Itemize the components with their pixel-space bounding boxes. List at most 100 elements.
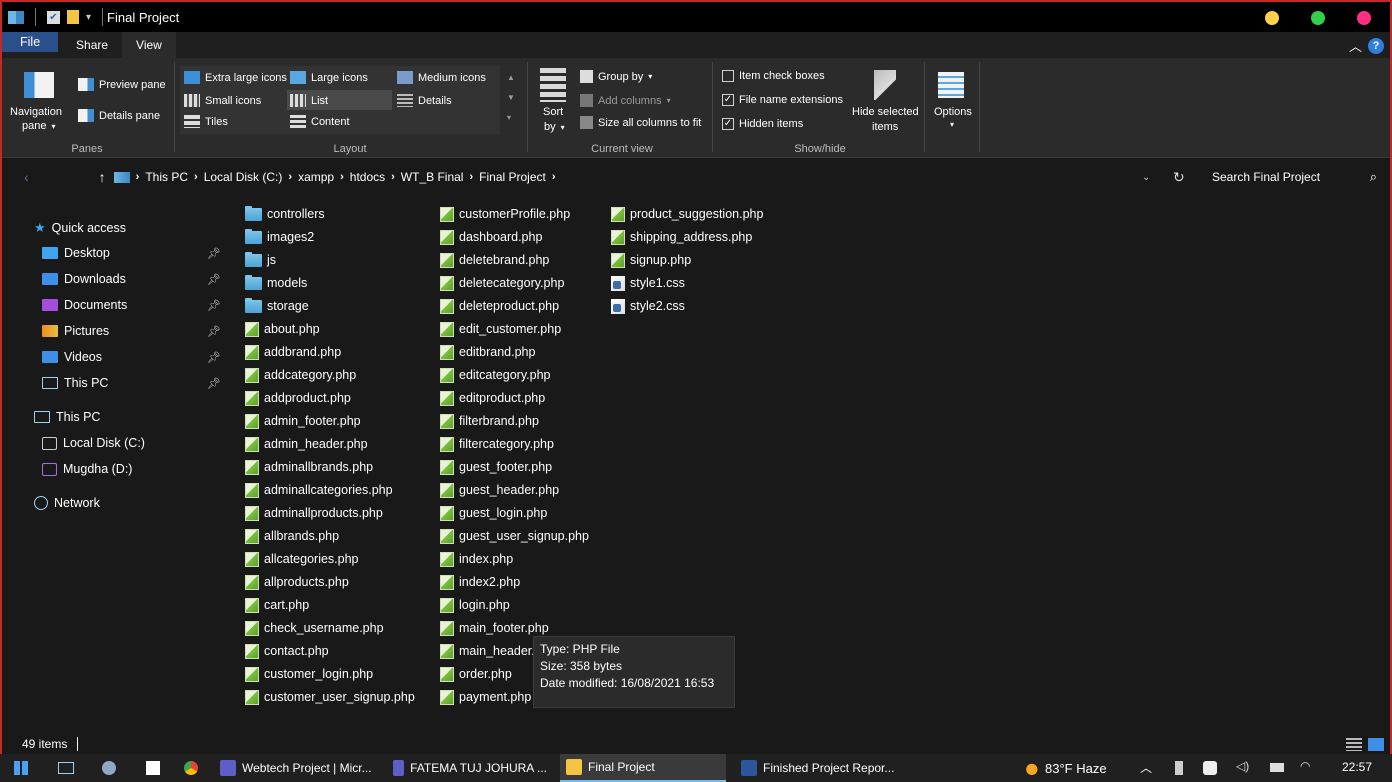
windows-start-icon[interactable] bbox=[14, 761, 28, 775]
layout-small-icons[interactable]: Small icons bbox=[184, 94, 261, 107]
file-item[interactable]: addproduct.php bbox=[245, 388, 351, 408]
nav-this-pc[interactable]: This PC bbox=[34, 410, 100, 424]
breadcrumb-final-project[interactable]: Final Project bbox=[479, 170, 546, 184]
file-item[interactable]: signup.php bbox=[611, 250, 691, 270]
app-icon-2[interactable] bbox=[146, 761, 160, 775]
options-button[interactable]: Options bbox=[934, 106, 972, 118]
details-view-icon[interactable] bbox=[1346, 737, 1362, 751]
nav-documents[interactable]: Documents bbox=[42, 298, 127, 312]
file-item[interactable]: guest_user_signup.php bbox=[440, 526, 589, 546]
nav-local-disk-c[interactable]: Local Disk (C:) bbox=[42, 436, 145, 450]
file-item[interactable]: guest_login.php bbox=[440, 503, 547, 523]
app-icon-1[interactable] bbox=[102, 761, 116, 775]
pin-icon[interactable]: 📌︎ bbox=[207, 325, 221, 338]
tab-share[interactable]: Share bbox=[62, 32, 122, 58]
back-icon[interactable]: ‹ bbox=[24, 169, 29, 185]
file-item[interactable]: main_header. bbox=[440, 641, 535, 661]
options-icon[interactable] bbox=[938, 72, 964, 98]
layout-content[interactable]: Content bbox=[290, 115, 350, 128]
chrome-icon[interactable] bbox=[184, 761, 198, 775]
file-name-extensions-checkbox[interactable]: ✓ bbox=[722, 94, 734, 106]
file-item[interactable]: payment.php bbox=[440, 687, 531, 707]
item-check-boxes-toggle[interactable]: Item check boxes bbox=[722, 70, 825, 82]
clock[interactable]: 22:57 bbox=[1342, 760, 1372, 774]
nav-mugdha-d[interactable]: Mugdha (D:) bbox=[42, 462, 132, 476]
chevron-up-icon[interactable]: ︿ bbox=[1140, 759, 1152, 776]
weather-widget[interactable]: 83°F Haze bbox=[1015, 754, 1113, 782]
file-item[interactable]: addcategory.php bbox=[245, 365, 356, 385]
layout-tiles[interactable]: Tiles bbox=[184, 115, 228, 128]
sort-by-label[interactable]: Sort bbox=[543, 106, 563, 118]
file-item[interactable]: edit_customer.php bbox=[440, 319, 561, 339]
new-folder-icon[interactable] bbox=[67, 10, 79, 24]
file-item[interactable]: contact.php bbox=[245, 641, 329, 661]
wifi-icon[interactable]: ◠ bbox=[1300, 759, 1310, 773]
file-item[interactable]: deletebrand.php bbox=[440, 250, 549, 270]
group-by-button[interactable]: Group by ▾ bbox=[580, 70, 652, 83]
search-box[interactable]: Search Final Project ⌕ bbox=[1202, 159, 1387, 195]
file-item[interactable]: dashboard.php bbox=[440, 227, 542, 247]
file-item[interactable]: editproduct.php bbox=[440, 388, 545, 408]
nav-downloads[interactable]: Downloads bbox=[42, 272, 126, 286]
file-item[interactable]: filterbrand.php bbox=[440, 411, 539, 431]
hidden-items-checkbox[interactable]: ✓ bbox=[722, 118, 734, 130]
breadcrumb-chevron-icon[interactable]: › bbox=[340, 171, 344, 183]
file-item[interactable]: product_suggestion.php bbox=[611, 204, 763, 224]
item-check-boxes-checkbox[interactable] bbox=[722, 70, 734, 82]
hide-selected-label-2[interactable]: items bbox=[872, 121, 898, 133]
options-dropdown-icon[interactable]: ▾ bbox=[950, 120, 954, 129]
sort-by-icon[interactable] bbox=[540, 68, 566, 102]
properties-icon[interactable]: ✔ bbox=[47, 10, 60, 24]
file-item[interactable]: editcategory.php bbox=[440, 365, 551, 385]
file-item[interactable]: addbrand.php bbox=[245, 342, 341, 362]
file-item[interactable]: editbrand.php bbox=[440, 342, 535, 362]
tab-view[interactable]: View bbox=[122, 32, 176, 58]
file-item[interactable]: admin_footer.php bbox=[245, 411, 361, 431]
breadcrumb-chevron-icon[interactable]: › bbox=[288, 171, 292, 183]
layout-list[interactable]: List bbox=[290, 94, 328, 107]
file-item[interactable]: guest_footer.php bbox=[440, 457, 552, 477]
folder-item[interactable]: storage bbox=[245, 296, 309, 316]
refresh-icon[interactable]: ↻ bbox=[1173, 169, 1185, 186]
usb-icon[interactable] bbox=[1175, 761, 1183, 775]
breadcrumb-local-disk[interactable]: Local Disk (C:) bbox=[204, 170, 283, 184]
layout-scroll-up[interactable]: ▲ bbox=[507, 73, 515, 82]
file-item[interactable]: adminallproducts.php bbox=[245, 503, 383, 523]
breadcrumb-xampp[interactable]: xampp bbox=[298, 170, 334, 184]
maximize-button[interactable] bbox=[1311, 11, 1325, 25]
file-item[interactable]: deletecategory.php bbox=[440, 273, 564, 293]
file-item[interactable]: allcategories.php bbox=[245, 549, 359, 569]
pin-icon[interactable]: 📌︎ bbox=[207, 273, 221, 286]
up-icon[interactable]: ↑ bbox=[99, 169, 106, 185]
security-icon[interactable] bbox=[1203, 761, 1217, 775]
file-item[interactable]: order.php bbox=[440, 664, 512, 684]
large-icons-view-icon[interactable] bbox=[1368, 737, 1384, 751]
nav-quick-access[interactable]: ★ Quick access bbox=[34, 220, 126, 236]
add-columns-button[interactable]: Add columns ▾ bbox=[580, 94, 671, 107]
file-item[interactable]: customer_login.php bbox=[245, 664, 373, 684]
layout-extra-large-icons[interactable]: Extra large icons bbox=[184, 71, 287, 84]
layout-expand[interactable]: ▾ bbox=[507, 113, 511, 122]
file-item[interactable]: adminallbrands.php bbox=[245, 457, 373, 477]
customize-toolbar-icon[interactable]: ▾ bbox=[86, 12, 91, 23]
folder-item[interactable]: controllers bbox=[245, 204, 325, 224]
file-name-extensions-toggle[interactable]: ✓ File name extensions bbox=[722, 94, 843, 106]
layout-details[interactable]: Details bbox=[397, 94, 452, 107]
close-button[interactable] bbox=[1357, 11, 1371, 25]
file-item[interactable]: guest_header.php bbox=[440, 480, 559, 500]
file-item[interactable]: index.php bbox=[440, 549, 513, 569]
taskbar-app-word[interactable]: Finished Project Repor... bbox=[735, 754, 901, 782]
breadcrumb-wt-b-final[interactable]: WT_B Final bbox=[401, 170, 464, 184]
layout-scroll-down[interactable]: ▼ bbox=[507, 93, 515, 102]
layout-large-icons[interactable]: Large icons bbox=[290, 71, 368, 84]
file-item[interactable]: style1.css bbox=[611, 273, 685, 293]
file-item[interactable]: customerProfile.php bbox=[440, 204, 570, 224]
breadcrumb-chevron-icon[interactable]: › bbox=[469, 171, 473, 183]
hide-selected-icon[interactable] bbox=[874, 70, 896, 100]
pin-icon[interactable]: 📌︎ bbox=[207, 299, 221, 312]
taskbar-app-webtech[interactable]: Webtech Project | Micr... bbox=[214, 754, 380, 782]
desktop-icon[interactable] bbox=[58, 762, 74, 774]
nav-this-pc-quick[interactable]: This PC bbox=[42, 376, 108, 390]
file-item[interactable]: login.php bbox=[440, 595, 510, 615]
minimize-button[interactable] bbox=[1265, 11, 1279, 25]
